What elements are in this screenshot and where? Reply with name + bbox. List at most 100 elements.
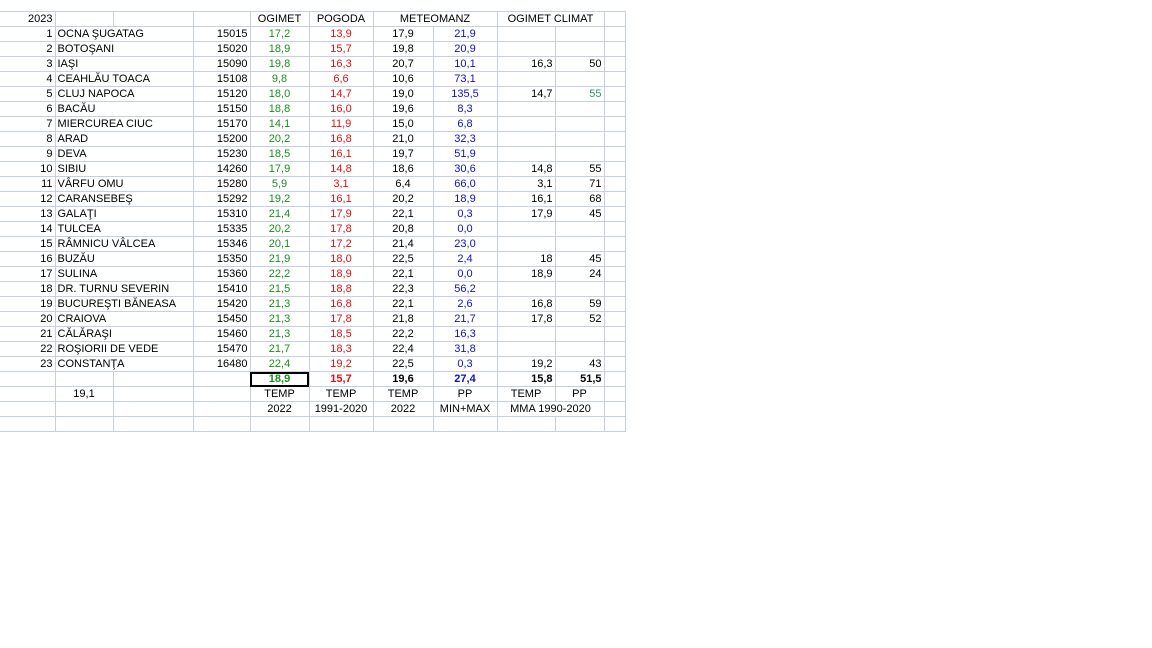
- climat-pp-cell[interactable]: [555, 146, 605, 162]
- ogimet-temp-cell[interactable]: 17,2: [250, 26, 310, 42]
- pogoda-temp-cell[interactable]: 16,1: [309, 146, 374, 162]
- meteomanz-pp-cell[interactable]: 8,3: [433, 101, 498, 117]
- station-name-cell[interactable]: MIERCUREA CIUC: [55, 116, 194, 132]
- row-number-cell[interactable]: 20: [0, 311, 56, 327]
- meteomanz-pp-cell[interactable]: 0,0: [433, 266, 498, 282]
- pogoda-temp-cell[interactable]: 16,1: [309, 191, 374, 207]
- row-number-cell[interactable]: 15: [0, 236, 56, 252]
- empty-cell[interactable]: [604, 296, 626, 312]
- meteomanz-temp-cell[interactable]: 18,6: [373, 161, 434, 177]
- station-code-cell[interactable]: 15170: [193, 116, 251, 132]
- empty-cell[interactable]: [0, 371, 56, 387]
- climat-pp-cell[interactable]: [555, 281, 605, 297]
- ogimet-temp-cell[interactable]: 9,8: [250, 71, 310, 87]
- row-number-cell[interactable]: 3: [0, 56, 56, 72]
- ogimet-temp-cell[interactable]: 19,2: [250, 191, 310, 207]
- row-number-cell[interactable]: 14: [0, 221, 56, 237]
- pogoda-temp-cell[interactable]: 19,2: [309, 356, 374, 372]
- climat-temp-cell[interactable]: [497, 131, 556, 147]
- row-number-cell[interactable]: 23: [0, 356, 56, 372]
- climat-pp-cell[interactable]: 55: [555, 161, 605, 177]
- ogimet-temp-cell[interactable]: 21,3: [250, 296, 310, 312]
- empty-cell[interactable]: [55, 401, 114, 417]
- climat-pp-cell[interactable]: 45: [555, 206, 605, 222]
- pogoda-temp-cell[interactable]: 14,7: [309, 86, 374, 102]
- empty-cell[interactable]: [433, 416, 498, 432]
- ogimet-temp-cell[interactable]: 21,4: [250, 206, 310, 222]
- empty-cell[interactable]: [604, 401, 626, 417]
- climat-temp-cell[interactable]: [497, 41, 556, 57]
- row-number-cell[interactable]: 9: [0, 146, 56, 162]
- period-mm_temp-cell[interactable]: 2022: [373, 401, 434, 417]
- total-ogimet-cell[interactable]: 18,9: [250, 371, 310, 387]
- station-code-cell[interactable]: 15292: [193, 191, 251, 207]
- ogimet-temp-cell[interactable]: 21,5: [250, 281, 310, 297]
- station-name-cell[interactable]: RÂMNICU VÂLCEA: [55, 236, 194, 252]
- station-code-cell[interactable]: 15150: [193, 101, 251, 117]
- row-number-cell[interactable]: 1: [0, 26, 56, 42]
- climat-temp-cell[interactable]: [497, 116, 556, 132]
- pogoda-temp-cell[interactable]: 17,9: [309, 206, 374, 222]
- empty-cell[interactable]: [0, 416, 56, 432]
- climat-temp-cell[interactable]: 17,8: [497, 311, 556, 327]
- station-code-cell[interactable]: 15310: [193, 206, 251, 222]
- station-name-cell[interactable]: VÂRFU OMU: [55, 176, 194, 192]
- climat-temp-cell[interactable]: 18: [497, 251, 556, 267]
- climat-temp-cell[interactable]: 17,9: [497, 206, 556, 222]
- empty-cell[interactable]: [604, 251, 626, 267]
- climat-pp-cell[interactable]: [555, 26, 605, 42]
- header-meteomanz[interactable]: METEOMANZ: [373, 11, 498, 27]
- climat-pp-cell[interactable]: 43: [555, 356, 605, 372]
- station-code-cell[interactable]: 15230: [193, 146, 251, 162]
- row-number-cell[interactable]: 10: [0, 161, 56, 177]
- pogoda-temp-cell[interactable]: 14,8: [309, 161, 374, 177]
- total-meteomanz-pp-cell[interactable]: 27,4: [433, 371, 498, 387]
- station-code-cell[interactable]: 15120: [193, 86, 251, 102]
- station-name-cell[interactable]: BUZĂU: [55, 251, 194, 267]
- climat-temp-cell[interactable]: [497, 341, 556, 357]
- station-code-cell[interactable]: 16480: [193, 356, 251, 372]
- meteomanz-temp-cell[interactable]: 22,5: [373, 251, 434, 267]
- empty-cell[interactable]: [193, 401, 251, 417]
- empty-cell[interactable]: [604, 206, 626, 222]
- ogimet-temp-cell[interactable]: 22,4: [250, 356, 310, 372]
- meteomanz-temp-cell[interactable]: 20,2: [373, 191, 434, 207]
- climat-temp-cell[interactable]: 16,1: [497, 191, 556, 207]
- empty-cell[interactable]: [604, 131, 626, 147]
- meteomanz-pp-cell[interactable]: 51,9: [433, 146, 498, 162]
- climat-pp-cell[interactable]: [555, 341, 605, 357]
- station-code-cell[interactable]: 15410: [193, 281, 251, 297]
- climat-temp-cell[interactable]: 14,8: [497, 161, 556, 177]
- climat-pp-cell[interactable]: 24: [555, 266, 605, 282]
- row-number-cell[interactable]: 7: [0, 116, 56, 132]
- row-number-cell[interactable]: 12: [0, 191, 56, 207]
- pogoda-temp-cell[interactable]: 16,8: [309, 131, 374, 147]
- ogimet-temp-cell[interactable]: 18,8: [250, 101, 310, 117]
- meteomanz-temp-cell[interactable]: 22,1: [373, 206, 434, 222]
- empty-cell[interactable]: [604, 386, 626, 402]
- station-name-cell[interactable]: SIBIU: [55, 161, 194, 177]
- station-code-cell[interactable]: 15360: [193, 266, 251, 282]
- station-code-cell[interactable]: 15350: [193, 251, 251, 267]
- climat-pp-cell[interactable]: [555, 101, 605, 117]
- meteomanz-temp-cell[interactable]: 22,2: [373, 326, 434, 342]
- climat-temp-cell[interactable]: [497, 71, 556, 87]
- pogoda-temp-cell[interactable]: 17,8: [309, 311, 374, 327]
- station-name-cell[interactable]: DR. TURNU SEVERIN: [55, 281, 194, 297]
- climat-pp-cell[interactable]: [555, 41, 605, 57]
- station-code-cell[interactable]: 15335: [193, 221, 251, 237]
- ogimet-temp-cell[interactable]: 20,2: [250, 131, 310, 147]
- pogoda-temp-cell[interactable]: 18,9: [309, 266, 374, 282]
- climat-temp-cell[interactable]: 19,2: [497, 356, 556, 372]
- station-code-cell[interactable]: 15460: [193, 326, 251, 342]
- row-number-cell[interactable]: 16: [0, 251, 56, 267]
- meteomanz-pp-cell[interactable]: 20,9: [433, 41, 498, 57]
- meteomanz-temp-cell[interactable]: 22,1: [373, 266, 434, 282]
- ogimet-temp-cell[interactable]: 22,2: [250, 266, 310, 282]
- station-code-cell[interactable]: 15346: [193, 236, 251, 252]
- climat-pp-cell[interactable]: 71: [555, 176, 605, 192]
- climat-pp-cell[interactable]: 52: [555, 311, 605, 327]
- station-name-cell[interactable]: CONSTANŢA: [55, 356, 194, 372]
- empty-cell[interactable]: [373, 416, 434, 432]
- meteomanz-pp-cell[interactable]: 10,1: [433, 56, 498, 72]
